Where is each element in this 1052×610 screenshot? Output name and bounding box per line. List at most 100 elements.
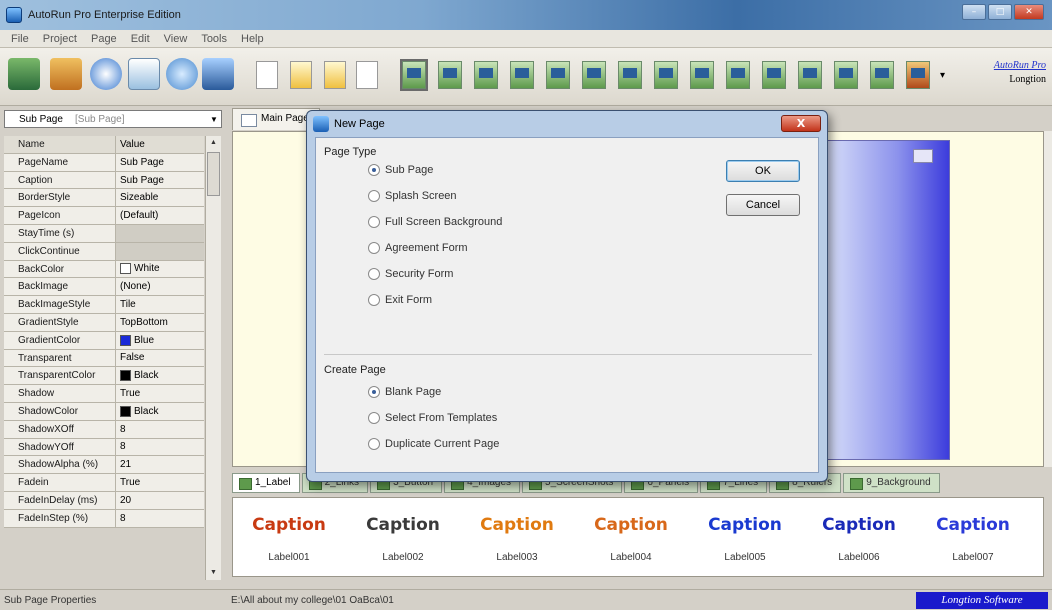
property-value[interactable]: Blue bbox=[116, 332, 204, 349]
close-icon[interactable]: ✕ bbox=[1014, 4, 1044, 20]
dialog-close-button[interactable]: X bbox=[781, 115, 821, 132]
insert-panel-icon[interactable] bbox=[582, 61, 606, 89]
brand-link[interactable]: AutoRun Pro bbox=[994, 60, 1046, 71]
property-value[interactable]: Sizeable bbox=[116, 189, 204, 206]
property-value[interactable] bbox=[116, 242, 204, 260]
property-value[interactable]: 21 bbox=[116, 456, 204, 473]
property-row[interactable]: ShadowXOff 8 bbox=[4, 420, 204, 439]
property-value[interactable]: 8 bbox=[116, 439, 204, 456]
menu-view[interactable]: View bbox=[157, 33, 195, 45]
menu-file[interactable]: File bbox=[4, 33, 36, 45]
property-row[interactable]: FadeInStep (%) 8 bbox=[4, 509, 204, 528]
property-row[interactable]: BackColor White bbox=[4, 260, 204, 279]
caption-style-item[interactable]: Caption Label001 bbox=[239, 506, 339, 570]
radio-button[interactable] bbox=[368, 386, 380, 398]
page-type-option[interactable]: Splash Screen bbox=[368, 190, 457, 202]
property-row[interactable]: BackImage (None) bbox=[4, 278, 204, 297]
property-row[interactable]: BorderStyle Sizeable bbox=[4, 189, 204, 208]
property-value[interactable]: Black bbox=[116, 367, 204, 384]
scrollbar-thumb[interactable] bbox=[207, 152, 220, 196]
chevron-down-icon[interactable]: ▼ bbox=[207, 115, 221, 124]
menu-help[interactable]: Help bbox=[234, 33, 271, 45]
toolbar-more-icon[interactable]: ▾ bbox=[940, 70, 945, 81]
insert-background-icon[interactable] bbox=[690, 61, 714, 89]
canvas-scrollbar[interactable] bbox=[1044, 131, 1052, 467]
property-value[interactable]: 8 bbox=[116, 421, 204, 438]
page-selector[interactable]: Sub Page [Sub Page] ▼ bbox=[4, 110, 222, 128]
search-icon[interactable] bbox=[166, 58, 198, 90]
page-type-option[interactable]: Agreement Form bbox=[368, 242, 468, 254]
insert-link-icon[interactable] bbox=[438, 61, 462, 89]
property-row[interactable]: Fadein True bbox=[4, 474, 204, 492]
insert-video-icon[interactable] bbox=[906, 61, 930, 89]
radio-button[interactable] bbox=[368, 412, 380, 424]
insert-button-icon[interactable] bbox=[474, 61, 498, 89]
ok-button[interactable]: OK bbox=[726, 160, 800, 182]
property-value[interactable]: 20 bbox=[116, 492, 204, 509]
new-page-icon[interactable] bbox=[256, 61, 278, 89]
menu-page[interactable]: Page bbox=[84, 33, 124, 45]
copy-page-icon[interactable] bbox=[290, 61, 312, 89]
property-row[interactable]: Shadow True bbox=[4, 385, 204, 403]
property-value[interactable] bbox=[116, 224, 204, 242]
maximize-icon[interactable]: □ bbox=[988, 4, 1012, 20]
property-row[interactable]: ClickContinue bbox=[4, 242, 204, 261]
paste-page-icon[interactable] bbox=[324, 61, 346, 89]
page-type-option[interactable]: Sub Page bbox=[368, 164, 433, 176]
minimize-icon[interactable]: – bbox=[962, 4, 986, 20]
caption-style-item[interactable]: Caption Label005 bbox=[695, 506, 795, 570]
insert-list-icon[interactable] bbox=[762, 61, 786, 89]
property-row[interactable]: GradientColor Blue bbox=[4, 331, 204, 350]
caption-style-item[interactable]: Caption Label004 bbox=[581, 506, 681, 570]
property-row[interactable]: ShadowColor Black bbox=[4, 402, 204, 421]
property-row[interactable]: TransparentColor Black bbox=[4, 367, 204, 386]
insert-web-icon[interactable] bbox=[870, 61, 894, 89]
scroll-down-icon[interactable]: ▼ bbox=[207, 566, 220, 580]
insert-label-icon[interactable] bbox=[400, 59, 428, 91]
radio-button[interactable] bbox=[368, 242, 380, 254]
caption-style-item[interactable]: Caption Label006 bbox=[809, 506, 909, 570]
cancel-button[interactable]: Cancel bbox=[726, 194, 800, 216]
radio-button[interactable] bbox=[368, 268, 380, 280]
radio-button[interactable] bbox=[368, 438, 380, 450]
property-row[interactable]: FadeInDelay (ms) 20 bbox=[4, 491, 204, 510]
insert-screenshot-icon[interactable] bbox=[546, 61, 570, 89]
insert-text-icon[interactable] bbox=[726, 61, 750, 89]
property-row[interactable]: PageIcon (Default) bbox=[4, 207, 204, 225]
property-row[interactable]: PageName Sub Page bbox=[4, 153, 204, 172]
insert-line-icon[interactable] bbox=[618, 61, 642, 89]
property-value[interactable]: Black bbox=[116, 403, 204, 420]
page-type-option[interactable]: Full Screen Background bbox=[368, 216, 502, 228]
radio-button[interactable] bbox=[368, 164, 380, 176]
property-row[interactable]: GradientStyle TopBottom bbox=[4, 313, 204, 332]
property-value[interactable]: White bbox=[116, 261, 204, 278]
scroll-up-icon[interactable]: ▲ bbox=[207, 136, 220, 150]
preview-page-icon[interactable] bbox=[356, 61, 378, 89]
open-project-icon[interactable] bbox=[50, 58, 82, 90]
property-value[interactable]: Sub Page bbox=[116, 172, 204, 189]
property-value[interactable]: (None) bbox=[116, 278, 204, 295]
edit-page-icon[interactable] bbox=[128, 58, 160, 90]
caption-style-item[interactable]: Caption Label007 bbox=[923, 506, 1023, 570]
new-project-icon[interactable] bbox=[8, 58, 40, 90]
run-icon[interactable] bbox=[202, 58, 234, 90]
property-value[interactable]: 8 bbox=[116, 510, 204, 527]
tab-9-background[interactable]: 9_Background bbox=[843, 473, 940, 493]
menu-project[interactable]: Project bbox=[36, 33, 84, 45]
page-type-option[interactable]: Exit Form bbox=[368, 294, 432, 306]
property-row[interactable]: ShadowYOff 8 bbox=[4, 438, 204, 457]
menu-tools[interactable]: Tools bbox=[194, 33, 234, 45]
property-row[interactable]: StayTime (s) bbox=[4, 224, 204, 243]
insert-media-icon[interactable] bbox=[798, 61, 822, 89]
create-page-option[interactable]: Blank Page bbox=[368, 386, 441, 398]
caption-style-item[interactable]: Caption Label003 bbox=[467, 506, 567, 570]
property-row[interactable]: ShadowAlpha (%) 21 bbox=[4, 456, 204, 475]
property-row[interactable]: Transparent False bbox=[4, 349, 204, 368]
properties-scrollbar[interactable]: ▲ ▼ bbox=[205, 136, 221, 580]
property-row[interactable]: Caption Sub Page bbox=[4, 171, 204, 190]
web-icon[interactable] bbox=[90, 58, 122, 90]
property-value[interactable]: False bbox=[116, 350, 204, 367]
sub-page-preview[interactable] bbox=[820, 140, 950, 460]
property-value[interactable]: True bbox=[116, 474, 204, 491]
create-page-option[interactable]: Duplicate Current Page bbox=[368, 438, 499, 450]
